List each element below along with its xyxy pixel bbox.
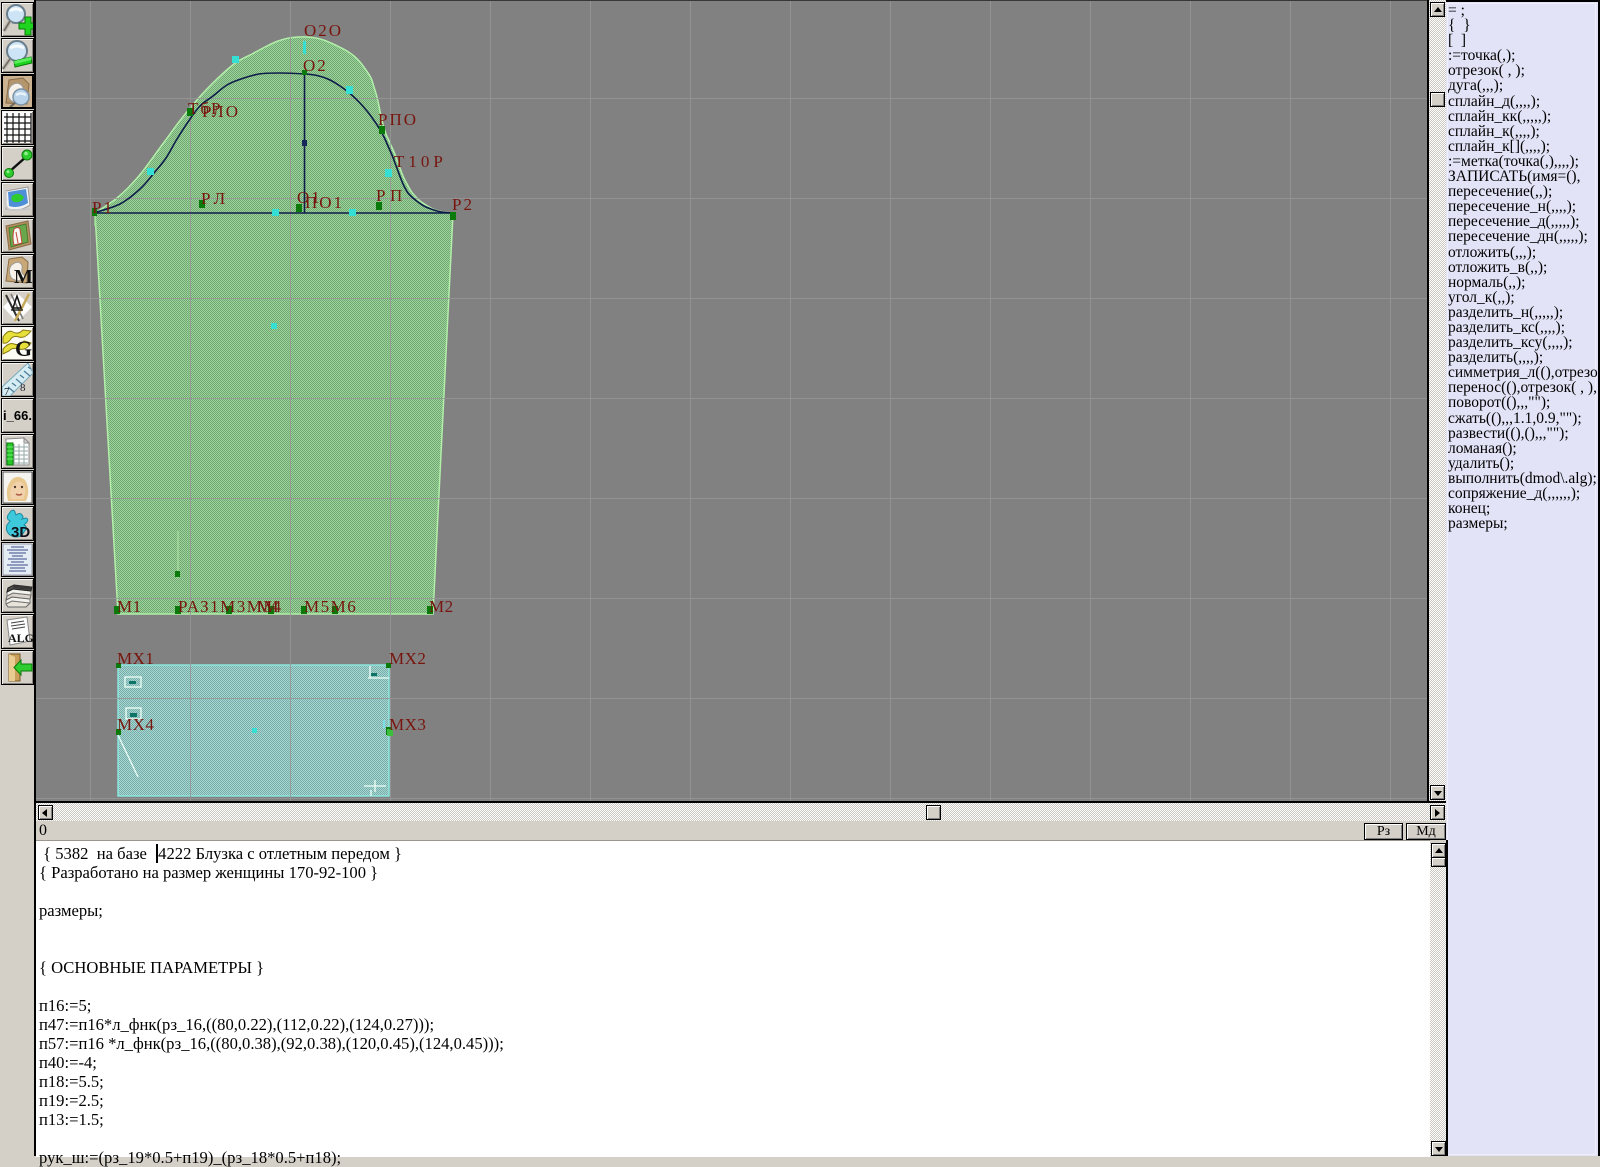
svg-text:7: 7 <box>4 386 10 396</box>
svg-text:8: 8 <box>20 382 26 394</box>
svg-text:G: G <box>15 336 32 360</box>
svg-text:ALG: ALG <box>8 631 33 645</box>
svg-text:M: M <box>14 266 33 288</box>
svg-text:3D: 3D <box>11 524 30 540</box>
